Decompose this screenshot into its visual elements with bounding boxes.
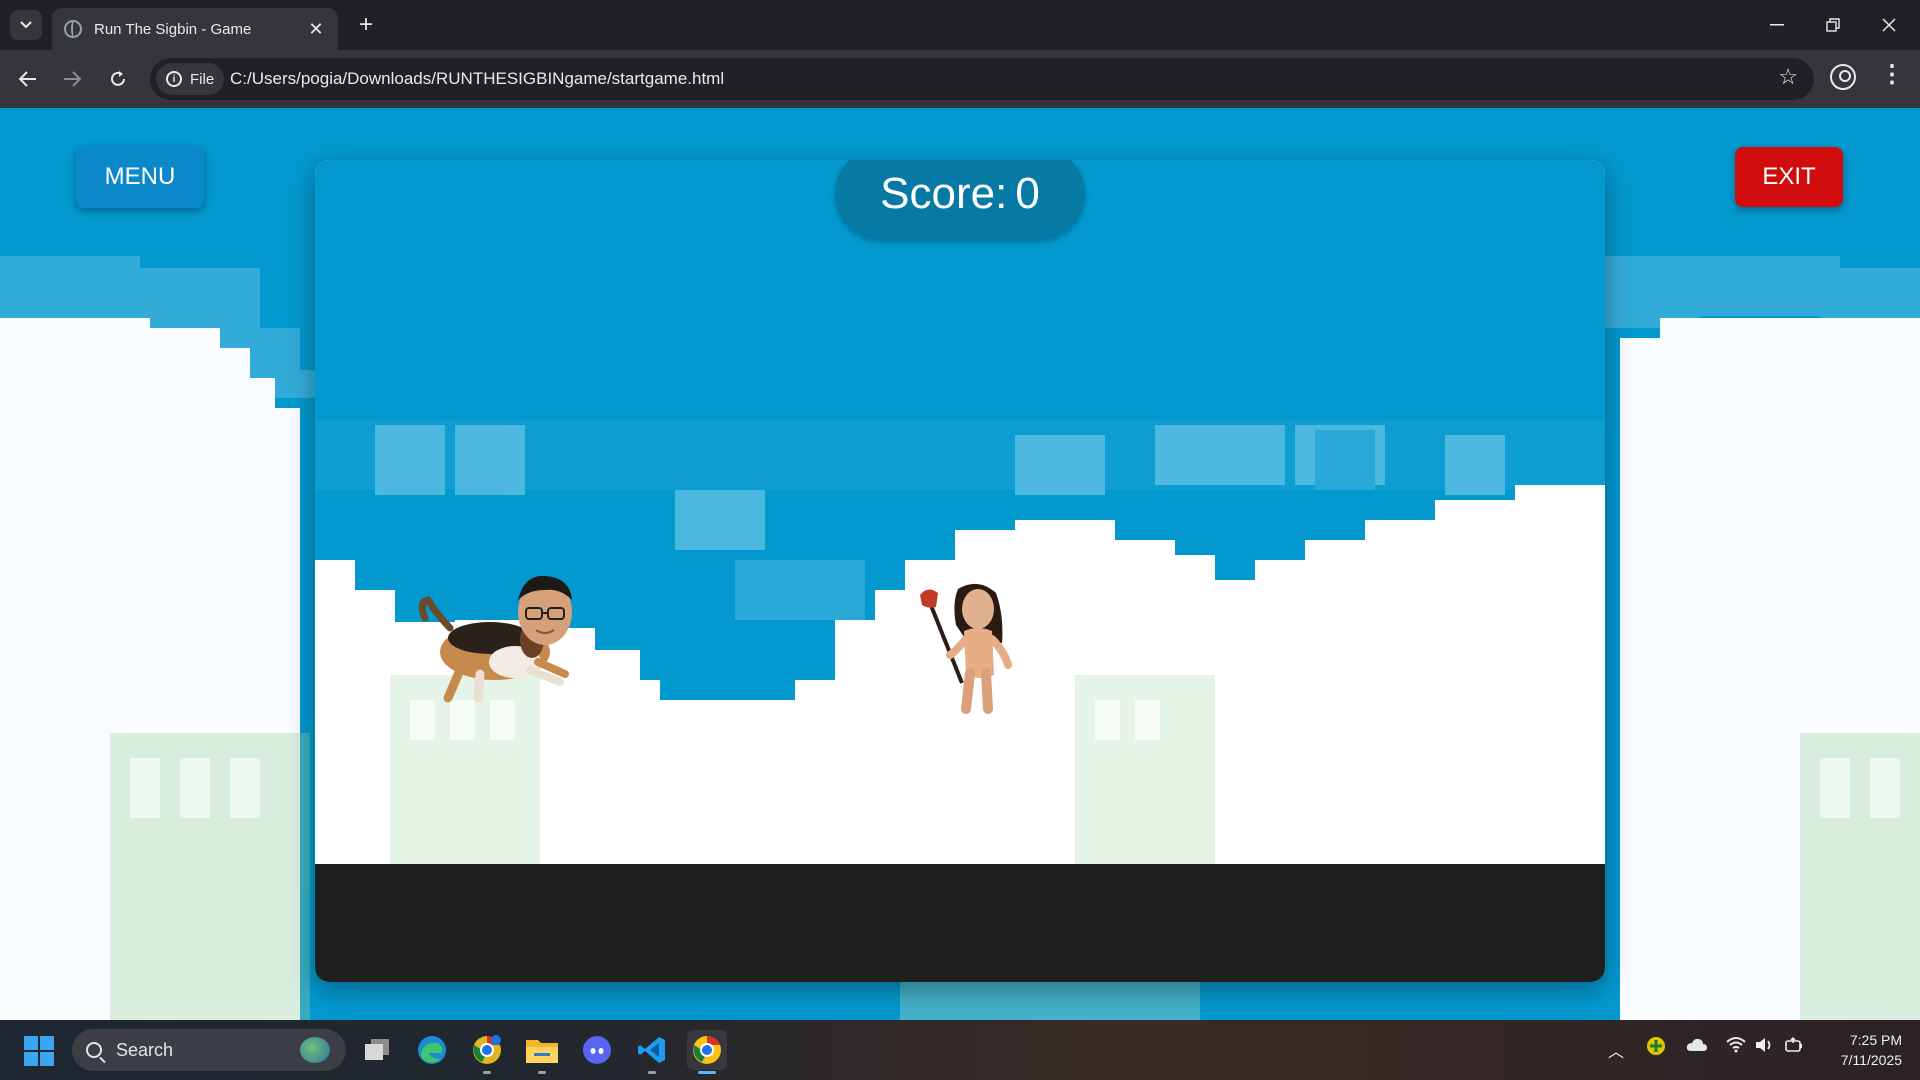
- minimize-button[interactable]: [1754, 8, 1800, 42]
- page-viewport: MENU EXIT Score: 0: [0, 108, 1920, 1020]
- bookmark-star-icon[interactable]: ☆: [1778, 64, 1798, 90]
- ground-platform: [315, 864, 1605, 982]
- reload-button[interactable]: [102, 63, 134, 95]
- windows-start-icon[interactable]: [24, 1036, 54, 1066]
- restore-button[interactable]: [1810, 8, 1856, 42]
- more-menu-icon[interactable]: ⋮: [1880, 60, 1904, 89]
- security-icon[interactable]: [1646, 1036, 1666, 1061]
- menu-button[interactable]: MENU: [76, 146, 204, 208]
- browser-toolbar: i File C:/Users/pogia/Downloads/RUNTHESI…: [0, 50, 1920, 108]
- edge-icon[interactable]: [412, 1030, 452, 1070]
- url-text[interactable]: C:/Users/pogia/Downloads/RUNTHESIGBINgam…: [230, 69, 724, 89]
- taskbar-search[interactable]: Search: [72, 1029, 346, 1071]
- wifi-icon[interactable]: [1726, 1036, 1746, 1059]
- vscode-icon[interactable]: [632, 1030, 672, 1074]
- search-highlight-icon: [300, 1037, 330, 1063]
- site-info-chip[interactable]: i File: [156, 63, 225, 95]
- minimize-icon: [1770, 24, 1784, 26]
- taskbar: Search ︿ 7:25 PM 7/11/2025: [0, 1020, 1920, 1080]
- task-view-icon[interactable]: [358, 1030, 398, 1070]
- clock-time: 7:25 PM: [1849, 1032, 1902, 1048]
- score-display: Score: 0: [835, 160, 1085, 240]
- chevron-down-icon: [20, 21, 32, 29]
- chrome-icon[interactable]: [687, 1030, 727, 1074]
- reload-icon: [111, 71, 125, 86]
- new-tab-button[interactable]: +: [352, 10, 380, 40]
- arrow-right-icon: [64, 71, 81, 87]
- browser-tab[interactable]: Run The Sigbin - Game ✕: [52, 8, 338, 50]
- tab-bar: Run The Sigbin - Game ✕ +: [0, 0, 1920, 50]
- battery-icon[interactable]: [1784, 1036, 1804, 1059]
- onedrive-icon[interactable]: [1686, 1037, 1708, 1058]
- chrome-canary-icon[interactable]: [467, 1030, 507, 1074]
- tab-title: Run The Sigbin - Game: [94, 20, 252, 38]
- back-button[interactable]: [12, 63, 44, 95]
- score-label: Score:: [880, 169, 1008, 218]
- globe-icon: [64, 20, 82, 38]
- chevron-up-icon[interactable]: ︿: [1608, 1038, 1624, 1062]
- arrow-left-icon: [19, 71, 36, 87]
- volume-icon[interactable]: [1754, 1036, 1774, 1059]
- restore-icon: [1826, 18, 1840, 32]
- clock-date: 7/11/2025: [1840, 1052, 1902, 1068]
- search-placeholder: Search: [116, 1039, 174, 1060]
- game-scene: [315, 160, 1605, 864]
- game-canvas[interactable]: Score: 0: [315, 160, 1605, 982]
- close-icon: [1882, 18, 1896, 32]
- running-indicator: [648, 1071, 656, 1074]
- exit-button[interactable]: EXIT: [1735, 147, 1843, 207]
- tab-search-button[interactable]: [10, 10, 42, 40]
- score-value: 0: [1015, 169, 1040, 218]
- address-bar[interactable]: i File C:/Users/pogia/Downloads/RUNTHESI…: [150, 58, 1814, 100]
- close-tab-icon[interactable]: ✕: [306, 19, 326, 40]
- running-indicator: [538, 1071, 546, 1074]
- running-indicator: [483, 1071, 491, 1074]
- file-explorer-icon[interactable]: [522, 1030, 562, 1074]
- profile-icon[interactable]: [1830, 64, 1856, 90]
- info-icon: i: [166, 71, 182, 87]
- discord-icon[interactable]: [577, 1030, 617, 1070]
- close-window-button[interactable]: [1866, 8, 1912, 42]
- active-indicator: [698, 1071, 716, 1074]
- forward-button[interactable]: [56, 63, 88, 95]
- chip-label: File: [190, 70, 215, 88]
- taskbar-clock[interactable]: 7:25 PM 7/11/2025: [1822, 1030, 1902, 1070]
- search-icon: [86, 1042, 102, 1058]
